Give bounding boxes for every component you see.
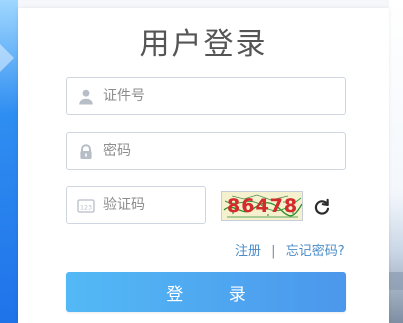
link-separator: | — [271, 244, 276, 259]
login-button[interactable]: 登 录 — [66, 272, 346, 312]
lock-icon — [77, 143, 95, 161]
register-link[interactable]: 注册 — [235, 244, 261, 259]
captcha-image[interactable]: 86478 — [221, 191, 303, 221]
account-links: 注册 | 忘记密码? — [235, 240, 350, 259]
captcha-field[interactable]: 123 — [66, 186, 206, 224]
username-field[interactable] — [66, 77, 346, 115]
captcha-code: 86478 — [227, 195, 299, 217]
username-input[interactable] — [103, 78, 335, 114]
forgot-password-link[interactable]: 忘记密码? — [286, 244, 345, 259]
user-icon — [77, 88, 95, 106]
captcha-icon: 123 — [77, 197, 95, 215]
page-title: 用户登录 — [139, 27, 268, 62]
login-panel: 用户登录 123 — [18, 8, 389, 323]
password-input[interactable] — [103, 133, 335, 169]
refresh-icon[interactable] — [312, 197, 332, 217]
password-field[interactable] — [66, 132, 346, 170]
captcha-input[interactable] — [103, 187, 195, 223]
background-right-mark — [389, 272, 403, 290]
svg-text:123: 123 — [80, 204, 92, 211]
background-left-arrow — [0, 44, 14, 72]
